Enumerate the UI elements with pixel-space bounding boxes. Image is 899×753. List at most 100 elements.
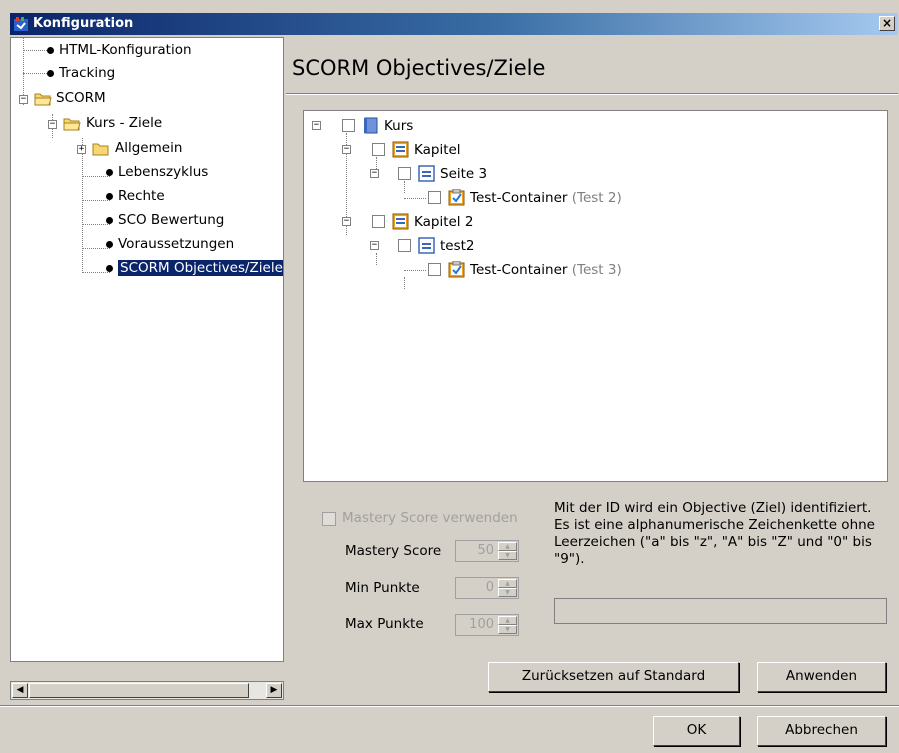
close-button[interactable]: × — [879, 16, 895, 31]
page-title: SCORM Objectives/Ziele — [292, 56, 546, 80]
min-points-label: Min Punkte — [345, 580, 420, 596]
nav-item-label: Allgemein — [115, 140, 183, 156]
tree-line — [82, 248, 110, 249]
divider — [286, 93, 898, 95]
divider — [0, 705, 899, 707]
nav-item-label: Lebenszyklus — [118, 164, 209, 180]
objective-checkbox[interactable] — [342, 119, 355, 132]
increment-icon[interactable]: ▲ — [498, 616, 517, 625]
bullet-icon — [106, 265, 113, 272]
nav-item-label-selected: SCORM Objectives/Ziele — [118, 260, 283, 276]
increment-icon[interactable]: ▲ — [498, 579, 517, 588]
app-icon — [14, 17, 28, 31]
reset-to-default-button[interactable]: Zurücksetzen auf Standard — [488, 662, 739, 692]
nav-item-label: Tracking — [59, 65, 116, 81]
objective-id-description: Mit der ID wird ein Objective (Ziel) ide… — [554, 500, 875, 567]
objective-checkbox[interactable] — [372, 143, 385, 156]
mastery-score-label: Mastery Score — [345, 543, 442, 559]
page-icon — [418, 165, 435, 182]
nav-item-label: Rechte — [118, 188, 165, 204]
collapse-icon[interactable]: − — [312, 121, 321, 130]
objective-checkbox[interactable] — [398, 239, 411, 252]
folder-icon — [92, 143, 109, 156]
tree-line — [82, 224, 110, 225]
tree-line — [404, 181, 405, 193]
increment-icon[interactable]: ▲ — [498, 542, 517, 551]
bullet-icon — [106, 241, 113, 248]
objective-label: Seite 3 — [440, 166, 488, 182]
collapse-icon[interactable]: − — [342, 217, 351, 226]
max-points-stepper[interactable]: 100 ▲ ▼ — [455, 614, 519, 636]
window-title: Konfiguration — [33, 16, 134, 31]
objective-label: Kapitel — [414, 142, 461, 158]
decrement-icon[interactable]: ▼ — [498, 551, 517, 560]
objective-name: Test-Container — [470, 190, 568, 206]
tree-line — [82, 200, 110, 201]
nav-item-label: SCORM — [56, 90, 106, 106]
objective-label: Kurs — [384, 118, 414, 134]
decrement-icon[interactable]: ▼ — [498, 625, 517, 634]
mastery-score-checkbox[interactable] — [322, 512, 336, 526]
objective-checkbox[interactable] — [372, 215, 385, 228]
title-bar[interactable]: Konfiguration × — [10, 13, 898, 35]
collapse-icon[interactable]: − — [370, 241, 379, 250]
min-points-stepper[interactable]: 0 ▲ ▼ — [455, 577, 519, 599]
book-icon — [364, 117, 378, 134]
chapter-icon — [392, 213, 409, 230]
horizontal-scrollbar[interactable]: ◀ ▶ — [10, 681, 284, 700]
folder-open-icon — [34, 93, 52, 106]
scrollbar-thumb[interactable] — [29, 683, 249, 698]
collapse-icon[interactable]: − — [342, 145, 351, 154]
objective-suffix: (Test 2) — [571, 190, 622, 206]
cancel-button[interactable]: Abbrechen — [757, 716, 886, 746]
page-icon — [418, 237, 435, 254]
tree-line — [404, 277, 405, 289]
objective-label: Test-Container (Test 2) — [470, 190, 622, 206]
objective-label: Test-Container (Test 3) — [470, 262, 622, 278]
objective-name: Test-Container — [470, 262, 568, 278]
tree-line — [404, 198, 426, 199]
objective-checkbox[interactable] — [398, 167, 411, 180]
folder-open-icon — [63, 118, 81, 131]
bullet-icon — [106, 193, 113, 200]
nav-item-label: HTML-Konfiguration — [59, 42, 192, 58]
navigation-tree[interactable]: HTML-Konfiguration Tracking − SCORM − Ku… — [10, 37, 284, 662]
max-points-value: 100 — [469, 617, 494, 632]
min-points-value: 0 — [485, 580, 494, 595]
test-container-icon — [448, 261, 465, 278]
max-points-label: Max Punkte — [345, 616, 424, 632]
objective-checkbox[interactable] — [428, 191, 441, 204]
decrement-icon[interactable]: ▼ — [498, 588, 517, 597]
scroll-right-icon[interactable]: ▶ — [266, 683, 282, 698]
objective-id-field[interactable] — [554, 598, 887, 624]
expand-icon[interactable]: + — [77, 145, 86, 154]
bullet-icon — [47, 70, 54, 77]
objective-checkbox[interactable] — [428, 263, 441, 276]
collapse-icon[interactable]: − — [48, 120, 57, 129]
objective-suffix: (Test 3) — [571, 262, 622, 278]
bullet-icon — [47, 47, 54, 54]
bullet-icon — [106, 217, 113, 224]
collapse-icon[interactable]: − — [19, 95, 28, 104]
test-container-icon — [448, 189, 465, 206]
configuration-window: Konfiguration × HTML-Konfiguration Track… — [0, 0, 899, 753]
objectives-tree[interactable]: − Kurs − Kapitel − Seite 3 Test-Containe… — [303, 110, 888, 482]
nav-item-label: SCO Bewertung — [118, 212, 225, 228]
scroll-left-icon[interactable]: ◀ — [12, 683, 28, 698]
tree-line — [82, 176, 110, 177]
tree-line — [376, 253, 377, 265]
collapse-icon[interactable]: − — [370, 169, 379, 178]
chapter-icon — [392, 141, 409, 158]
mastery-score-checkbox-label: Mastery Score verwenden — [342, 510, 518, 526]
tree-line — [82, 272, 110, 273]
objective-label: test2 — [440, 238, 475, 254]
apply-button[interactable]: Anwenden — [757, 662, 886, 692]
bullet-icon — [106, 169, 113, 176]
ok-button[interactable]: OK — [653, 716, 740, 746]
tree-line — [82, 138, 83, 273]
mastery-score-value: 50 — [477, 543, 494, 558]
objective-label: Kapitel 2 — [414, 214, 474, 230]
nav-item-label: Voraussetzungen — [118, 236, 235, 252]
mastery-score-stepper[interactable]: 50 ▲ ▼ — [455, 540, 519, 562]
tree-line — [404, 270, 426, 271]
